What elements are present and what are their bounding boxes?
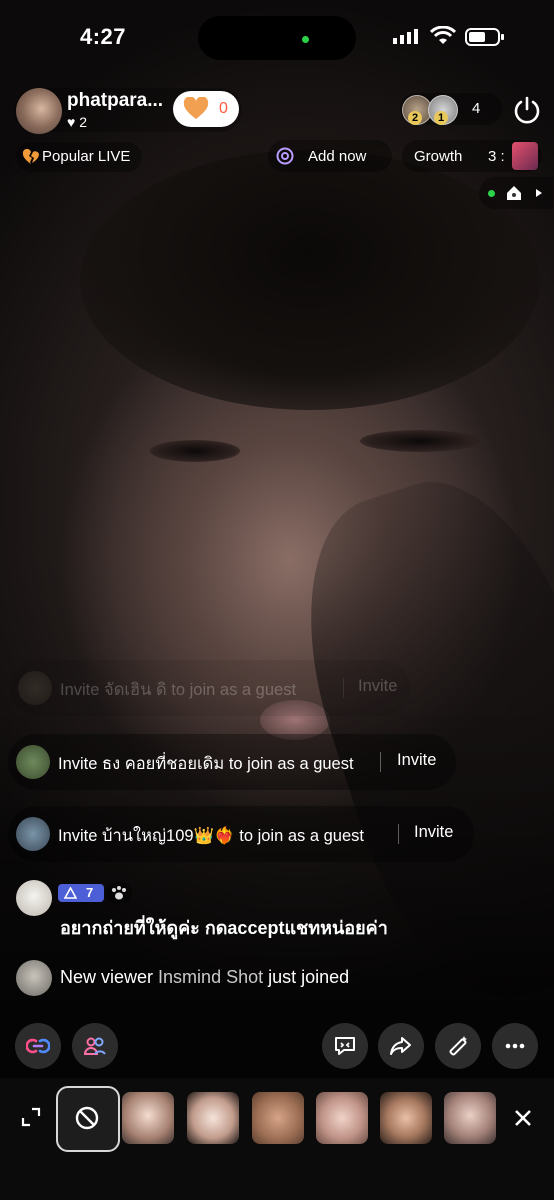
viewer-count: 4 <box>472 100 481 117</box>
invite-message: Invite ธง คอยที่ชอยเดิม to join as a gue… <box>8 734 456 790</box>
chat-avatar <box>16 817 50 851</box>
magic-wand-icon <box>449 1036 467 1056</box>
invite-button[interactable]: Invite <box>397 751 436 770</box>
video-subject-eye-right <box>360 430 480 452</box>
comment-icon <box>335 1037 355 1055</box>
dynamic-island <box>198 16 356 60</box>
follow-heart-count: 0 <box>219 100 228 117</box>
no-filter-button[interactable] <box>56 1086 120 1152</box>
popular-live-label: Popular LIVE <box>42 148 131 165</box>
host-likes: ♥ 2 <box>67 114 87 130</box>
new-viewer-name[interactable]: Insmind Shot <box>158 967 263 987</box>
collapse-icon[interactable] <box>20 1106 42 1133</box>
comment-text: อยากถ่ายที่ให้ดูค่ะ กดacceptแชทหน่อยค่า <box>60 918 388 938</box>
share-button[interactable] <box>378 1023 424 1069</box>
divider <box>398 824 399 844</box>
link-button[interactable] <box>15 1023 61 1069</box>
power-icon[interactable] <box>512 95 542 130</box>
invite-button: Invite <box>358 677 398 695</box>
growth-label: Growth <box>414 148 463 165</box>
host-name[interactable]: phatpara... <box>67 90 163 112</box>
paw-badge <box>106 882 132 904</box>
new-viewer-suffix: just joined <box>268 967 350 987</box>
filter-thumbnail[interactable] <box>316 1092 368 1144</box>
mini-controls[interactable] <box>479 177 553 209</box>
divider <box>380 752 381 772</box>
target-icon <box>276 147 294 165</box>
host-avatar[interactable] <box>16 88 62 134</box>
invite-message: Invite บ้านใหญ่109👑❤️‍🔥 to join as a gue… <box>8 806 474 862</box>
new-viewer-message: New viewer Insmind Shot just joined <box>60 967 349 988</box>
guests-icon <box>83 1037 106 1055</box>
heart-icon <box>183 97 209 119</box>
filter-thumbnail[interactable] <box>380 1092 432 1144</box>
wifi-icon <box>429 25 457 51</box>
add-now-label: Add now <box>308 148 367 165</box>
growth-value: 3 : <box>488 148 505 165</box>
add-now-button[interactable]: Add now <box>268 140 392 172</box>
invite-message-faded: Invite จัดเฮิน ดิ to join as a guest Inv… <box>10 660 410 716</box>
link-icon <box>26 1038 50 1054</box>
level-badge: 7 <box>58 884 104 902</box>
home-icon <box>507 186 521 200</box>
live-status-dot <box>488 190 495 197</box>
new-viewer-prefix: New viewer <box>60 967 154 987</box>
level-number: 7 <box>86 885 94 900</box>
close-icon[interactable] <box>513 1108 533 1133</box>
follow-heart-button[interactable] <box>173 91 239 127</box>
more-button[interactable] <box>492 1023 538 1069</box>
share-icon <box>390 1037 411 1055</box>
triangle-icon <box>64 887 77 899</box>
rank-badge: 2 <box>408 111 422 125</box>
cellular-signal-icon <box>393 28 419 51</box>
filter-thumbnail[interactable] <box>252 1092 304 1144</box>
filter-thumbnail[interactable] <box>444 1092 496 1144</box>
video-subject-hair <box>80 150 540 410</box>
invite-text: Invite จัดเฮิน ดิ to join as a guest <box>60 681 297 699</box>
commenter-avatar[interactable] <box>16 880 52 916</box>
host-likes-count: 2 <box>79 114 87 130</box>
battery-icon <box>465 27 505 52</box>
invite-text: Invite ธง คอยที่ชอยเดิม to join as a gue… <box>58 755 354 773</box>
rank-badge: 1 <box>434 111 448 125</box>
new-viewer-avatar[interactable] <box>16 960 52 996</box>
comment-button[interactable] <box>322 1023 368 1069</box>
filter-thumbnail[interactable] <box>187 1092 239 1144</box>
no-filter-icon <box>75 1106 99 1130</box>
growth-tag[interactable]: Growth 3 : <box>402 140 542 172</box>
popular-live-tag[interactable]: Popular LIVE <box>16 142 142 172</box>
magic-button[interactable] <box>435 1023 481 1069</box>
camera-indicator-dot <box>302 36 309 43</box>
play-arrow-icon <box>536 189 542 197</box>
chat-avatar <box>16 745 50 779</box>
chat-avatar <box>18 671 52 705</box>
divider <box>343 678 344 698</box>
guests-button[interactable] <box>72 1023 118 1069</box>
status-time: 4:27 <box>80 24 127 49</box>
paw-icon <box>112 886 126 900</box>
more-icon <box>505 1043 525 1049</box>
filter-thumbnail[interactable] <box>122 1092 174 1144</box>
heart-icon: ♥ <box>67 114 76 130</box>
invite-text: Invite บ้านใหญ่109👑❤️‍🔥 to join as a gue… <box>58 827 364 845</box>
growth-gift-thumbnail <box>512 142 538 170</box>
invite-button[interactable]: Invite <box>414 823 453 842</box>
broken-heart-icon <box>22 149 39 164</box>
video-subject-eye-left <box>150 440 240 462</box>
